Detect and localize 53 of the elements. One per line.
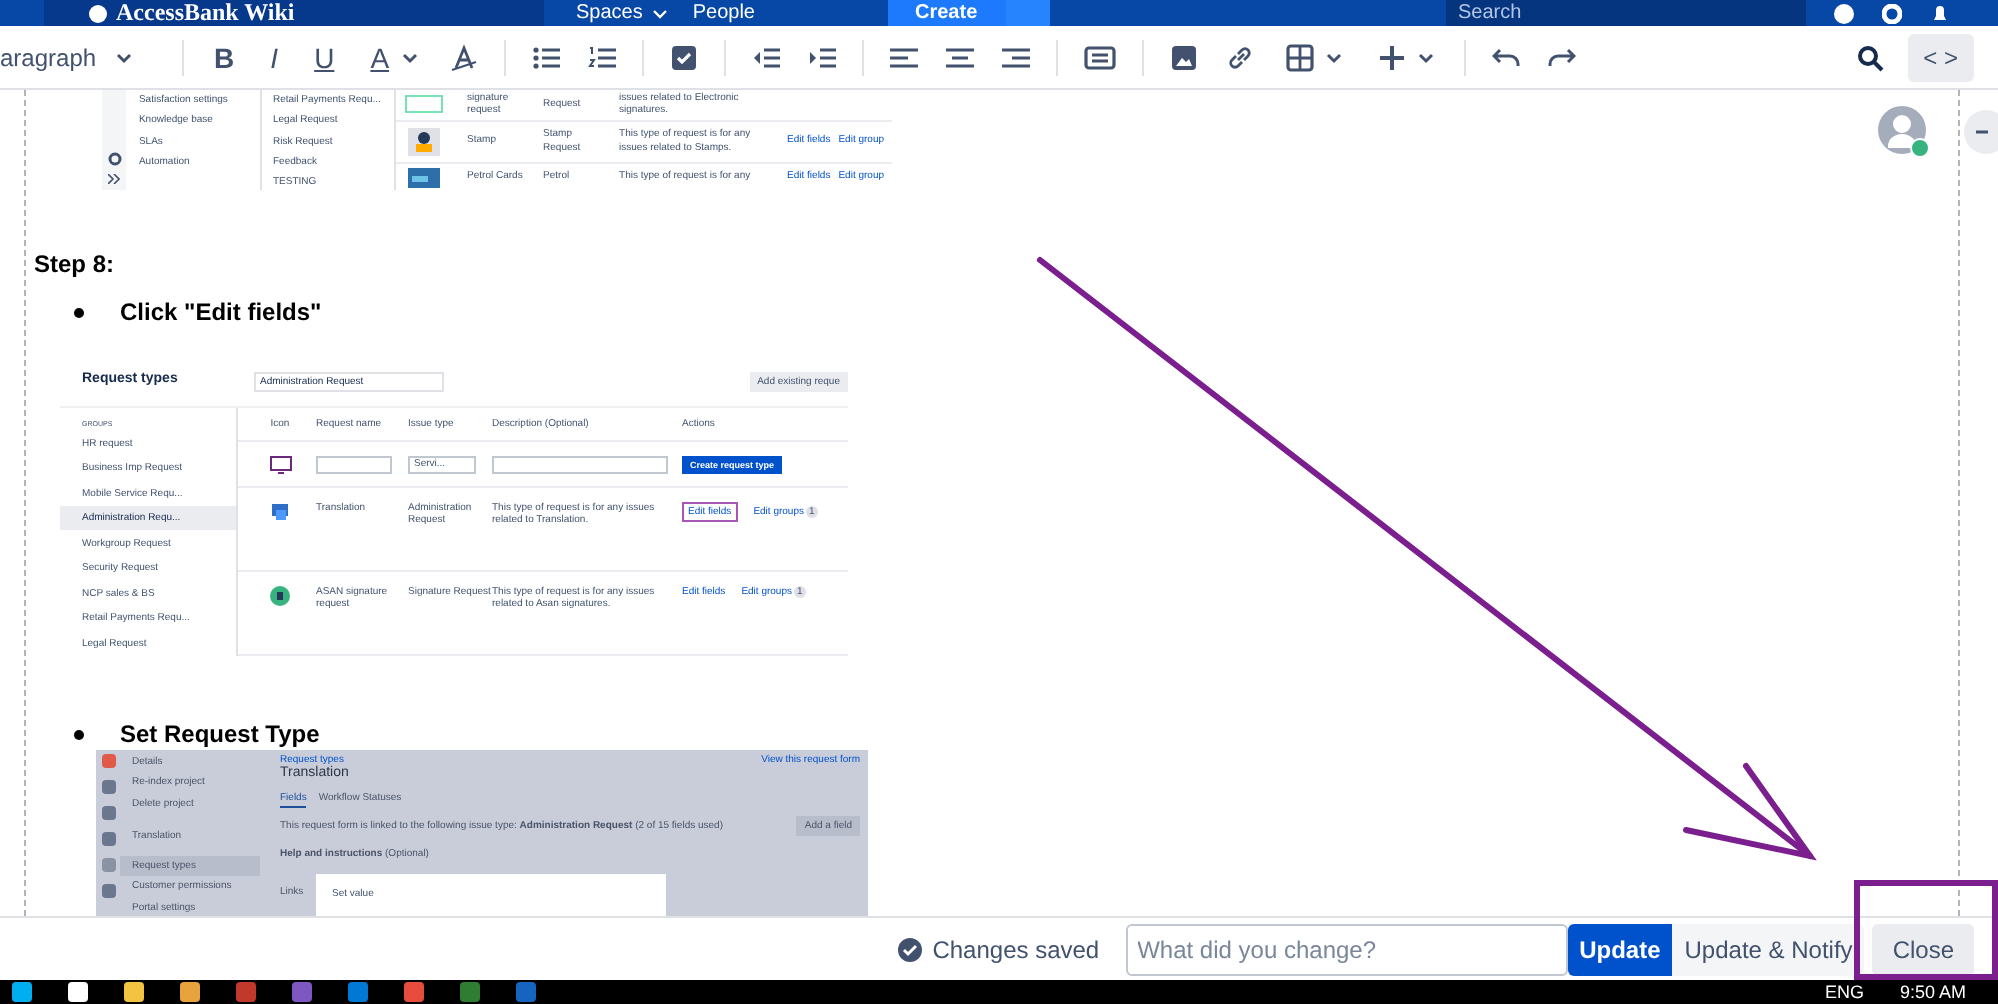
taskbar-app-icon[interactable]	[180, 982, 200, 1002]
style-dropdown[interactable]: aragraph	[0, 33, 153, 81]
highlight-frame	[1854, 880, 1998, 980]
chevron-down-icon	[1417, 51, 1434, 63]
clock-text: 9:50 AM	[1899, 980, 1966, 1004]
bullet-icon	[74, 307, 84, 317]
monitor-icon	[269, 455, 291, 473]
description-field[interactable]	[492, 455, 668, 473]
close-button[interactable]: Close	[1872, 923, 1974, 975]
request-type-icon	[403, 163, 444, 190]
bullet-text: Click "Edit fields"	[120, 298, 322, 326]
help-icon[interactable]	[1834, 3, 1854, 23]
text-color-button[interactable]: A	[358, 33, 430, 81]
chevron-down-icon	[1325, 51, 1342, 63]
check-circle-icon	[898, 937, 923, 961]
double-chevron-icon	[108, 174, 121, 184]
expand-icon[interactable]	[1964, 110, 1998, 154]
request-type-icon	[270, 502, 290, 522]
name-field[interactable]	[316, 455, 392, 473]
format-button[interactable]: U	[302, 33, 347, 81]
nav-link[interactable]: Spaces	[564, 0, 681, 26]
taskbar-app-icon[interactable]	[460, 982, 480, 1002]
taskbar-app-icon[interactable]	[124, 982, 144, 1002]
bullet-text: Set Request Type	[120, 720, 320, 748]
update-button[interactable]: Update	[1567, 923, 1673, 975]
plus-icon	[1377, 43, 1406, 71]
avatar-icon	[1878, 106, 1930, 158]
step-heading: Step 8:	[34, 250, 115, 278]
save-status: Changes saved	[932, 935, 1100, 963]
search-field[interactable]: Search	[1446, 0, 1806, 26]
format-button[interactable]: I	[258, 33, 291, 81]
settings-icon[interactable]	[1882, 3, 1902, 23]
gear-icon	[107, 152, 122, 166]
taskbar-app-icon[interactable]	[404, 982, 424, 1002]
taskbar-app-icon[interactable]	[12, 982, 32, 1002]
request-type-icon	[270, 586, 290, 606]
language-indicator[interactable]: ENG	[1824, 980, 1864, 1004]
comment-field[interactable]: What did you change?	[1125, 923, 1568, 975]
taskbar-app-icon[interactable]	[348, 982, 368, 1002]
request-type-icon	[403, 94, 444, 115]
request-type-icon	[403, 123, 444, 159]
logo-text: AccessBank Wiki	[116, 0, 295, 26]
bullet-icon	[74, 729, 84, 739]
nav-link[interactable]: People	[680, 0, 767, 26]
chevron-down-icon	[401, 51, 418, 63]
table-icon	[1285, 43, 1314, 71]
update-notify-button[interactable]: Update & Notify	[1672, 923, 1865, 975]
taskbar-app-icon[interactable]	[68, 982, 88, 1002]
chevron-down-icon	[652, 7, 669, 19]
create-button[interactable]: Create	[887, 0, 1006, 26]
code-button[interactable]: < >	[1907, 33, 1974, 81]
notification-icon[interactable]	[1930, 3, 1950, 23]
format-button[interactable]: B	[202, 33, 247, 81]
